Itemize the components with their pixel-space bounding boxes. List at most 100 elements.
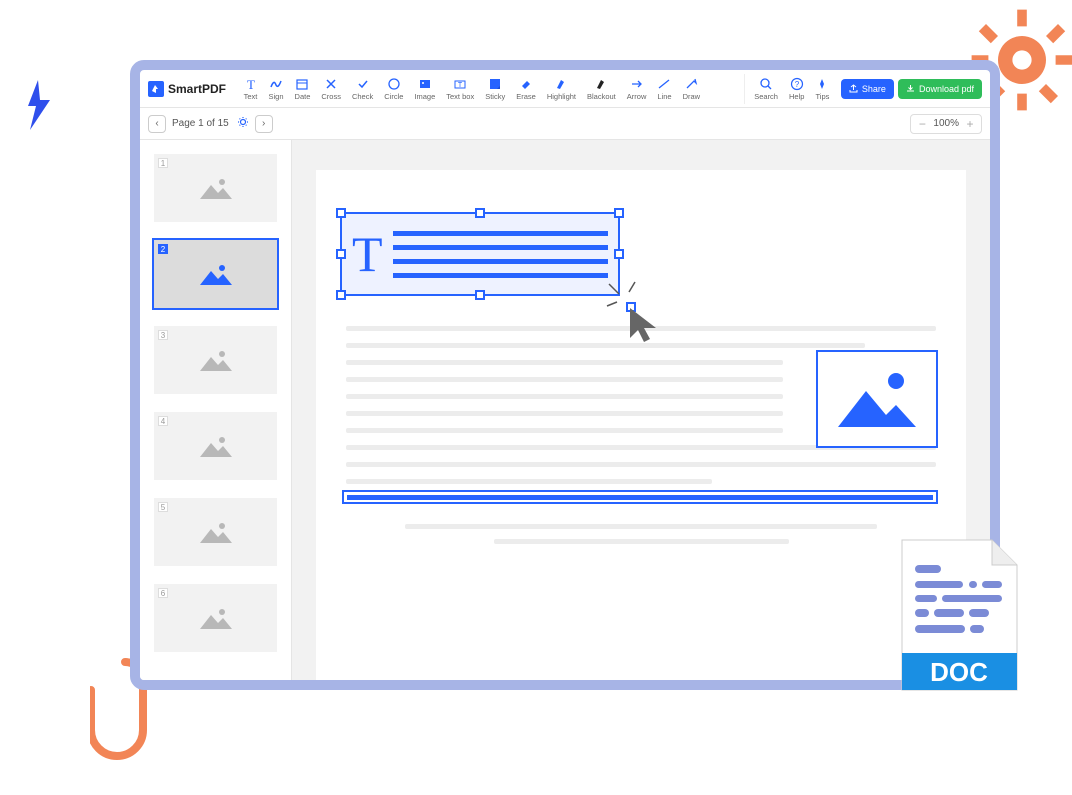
tool-label: Highlight: [547, 92, 576, 101]
thumb-number: 1: [158, 158, 168, 168]
thumb-number: 4: [158, 416, 168, 426]
thumb-number: 5: [158, 502, 168, 512]
thumb-number: 3: [158, 330, 168, 340]
brand-text: SmartPDF: [168, 82, 226, 96]
workspace: 1 2 3 4 5 6 T: [140, 140, 990, 680]
cursor-icon: [626, 304, 666, 348]
share-button[interactable]: Share: [841, 79, 894, 99]
thumbnail-2[interactable]: 2: [154, 240, 277, 308]
tool-circle[interactable]: Circle: [379, 74, 409, 104]
util-label: Tips: [815, 92, 829, 101]
tool-label: Line: [657, 92, 671, 101]
help-icon: ?: [790, 77, 804, 91]
resize-handle[interactable]: [336, 249, 346, 259]
svg-text:T: T: [247, 77, 255, 91]
thumbnail-4[interactable]: 4: [154, 412, 277, 480]
tool-line[interactable]: Line: [652, 74, 677, 104]
tool-check[interactable]: Check: [346, 74, 378, 104]
tool-date[interactable]: Date: [289, 74, 316, 104]
util-help[interactable]: ?Help: [783, 74, 809, 104]
tools-group: TTextSignDateCrossCheckCircleImageTText …: [238, 74, 740, 104]
thumbnail-6[interactable]: 6: [154, 584, 277, 652]
sticky-icon: [488, 77, 502, 91]
draw-icon: [684, 77, 698, 91]
circle-icon: [387, 77, 401, 91]
tool-label: Arrow: [627, 92, 647, 101]
tool-label: Erase: [516, 92, 536, 101]
line-icon: [657, 77, 671, 91]
canvas-area[interactable]: T: [292, 140, 990, 680]
zoom-level: 100%: [933, 118, 959, 129]
util-label: Search: [754, 92, 778, 101]
tool-label: Sign: [269, 92, 284, 101]
thumbnail-5[interactable]: 5: [154, 498, 277, 566]
tool-draw[interactable]: Draw: [677, 74, 706, 104]
thumbnail-3[interactable]: 3: [154, 326, 277, 394]
prev-page-button[interactable]: ‹: [148, 115, 166, 133]
resize-handle[interactable]: [475, 290, 485, 300]
check-icon: [356, 77, 370, 91]
tool-label: Cross: [321, 92, 341, 101]
date-icon: [295, 77, 309, 91]
thumb-number: 2: [158, 244, 168, 254]
tool-label: Blackout: [587, 92, 616, 101]
tool-label: Date: [295, 92, 311, 101]
tool-cross[interactable]: Cross: [316, 74, 347, 104]
download-icon: [906, 84, 915, 93]
util-search[interactable]: Search: [749, 74, 784, 104]
util-tips[interactable]: Tips: [810, 74, 835, 104]
tool-erase[interactable]: Erase: [511, 74, 542, 104]
tool-text[interactable]: TText: [238, 74, 263, 104]
sign-icon: [269, 77, 283, 91]
tool-label: Draw: [683, 92, 701, 101]
tool-label: Sticky: [485, 92, 505, 101]
doc-file-badge: DOC: [897, 535, 1022, 700]
page-settings-icon[interactable]: [237, 116, 249, 131]
tool-blackout[interactable]: Blackout: [582, 74, 622, 104]
tool-highlight[interactable]: Highlight: [541, 74, 581, 104]
share-label: Share: [862, 84, 886, 94]
thumb-number: 6: [158, 588, 168, 598]
tool-label: Circle: [384, 92, 403, 101]
tool-sign[interactable]: Sign: [263, 74, 289, 104]
resize-handle[interactable]: [614, 208, 624, 218]
thumb-image-icon: [196, 603, 236, 633]
resize-handle[interactable]: [475, 208, 485, 218]
page-indicator: Page 1 of 15: [172, 118, 229, 129]
page[interactable]: T: [316, 170, 966, 680]
subbar: ‹ Page 1 of 15 › − 100% +: [140, 108, 990, 140]
tool-label: Text: [244, 92, 258, 101]
resize-handle[interactable]: [336, 208, 346, 218]
blackout-icon: [594, 77, 608, 91]
text-icon: T: [244, 77, 258, 91]
next-page-button[interactable]: ›: [255, 115, 273, 133]
textbox-icon: T: [453, 77, 467, 91]
thumb-image-icon: [196, 345, 236, 375]
svg-text:T: T: [458, 82, 463, 89]
selected-textbox[interactable]: T: [340, 212, 620, 296]
tool-label: Check: [352, 92, 373, 101]
cross-icon: [324, 77, 338, 91]
thumbnail-1[interactable]: 1: [154, 154, 277, 222]
tool-label: Image: [414, 92, 435, 101]
zoom-in-button[interactable]: +: [963, 117, 977, 131]
zoom-control: − 100% +: [910, 114, 982, 134]
tool-image[interactable]: Image: [409, 74, 441, 104]
resize-handle[interactable]: [336, 290, 346, 300]
util-tools-group: Search ?Help Tips: [744, 74, 835, 104]
highlighted-line[interactable]: [342, 490, 938, 504]
brand: SmartPDF: [148, 81, 238, 97]
image-placeholder[interactable]: [816, 350, 938, 448]
app-window: SmartPDF TTextSignDateCrossCheckCircleIm…: [130, 60, 1000, 690]
svg-text:?: ?: [794, 80, 799, 89]
download-button[interactable]: Download pdf: [898, 79, 982, 99]
textbox-lines: [393, 231, 608, 278]
thumb-image-icon: [196, 173, 236, 203]
resize-handle[interactable]: [614, 249, 624, 259]
tool-sticky[interactable]: Sticky: [480, 74, 511, 104]
tool-label: Text box: [446, 92, 474, 101]
tool-arrow[interactable]: Arrow: [621, 74, 652, 104]
doc-badge-text: DOC: [930, 657, 988, 687]
tool-textbox[interactable]: T Text box: [441, 74, 480, 104]
zoom-out-button[interactable]: −: [915, 117, 929, 131]
